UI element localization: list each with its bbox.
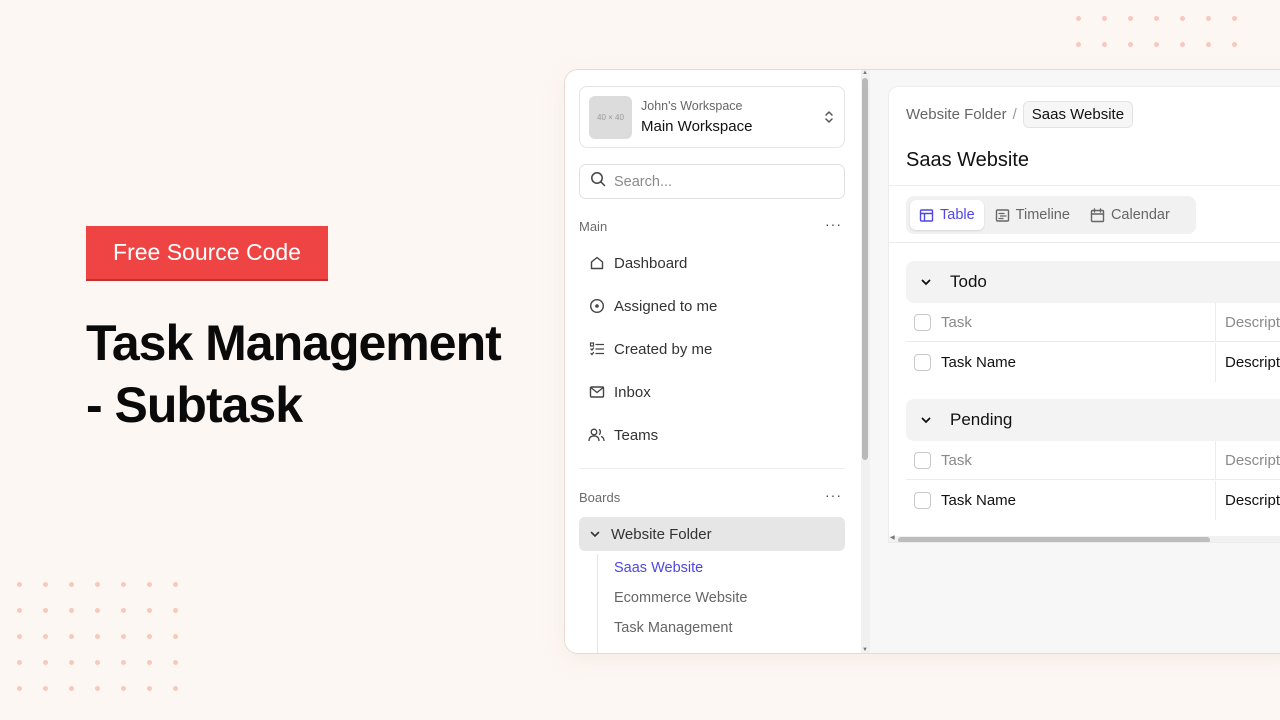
sidebar-item-label: Dashboard <box>614 254 688 272</box>
sidebar-item-inbox[interactable]: Inbox <box>579 374 845 410</box>
workspace-owner: John's Workspace <box>641 99 743 113</box>
decorative-dots-bottom <box>17 582 178 691</box>
breadcrumb: Website Folder / Saas Website <box>906 101 1134 128</box>
chevron-down-icon <box>589 528 601 540</box>
scroll-up-icon[interactable]: ▲ <box>862 70 868 76</box>
mail-icon <box>588 384 605 401</box>
free-source-code-badge: Free Source Code <box>86 226 328 279</box>
search-icon <box>590 171 606 192</box>
sidebar-scrollbar[interactable]: ▲ ▼ <box>861 70 870 653</box>
circle-dot-icon <box>588 298 605 315</box>
chevron-down-icon <box>920 276 932 288</box>
sidebar-item-label: Created by me <box>614 340 713 358</box>
column-header-description: Descript <box>1215 303 1280 341</box>
boards-section-label: Boards <box>579 490 621 505</box>
scrollbar-thumb[interactable] <box>862 78 868 460</box>
row-checkbox[interactable] <box>914 354 931 371</box>
board-item-ecommerce-website[interactable]: Ecommerce Website <box>614 590 748 606</box>
title-divider <box>889 185 1280 186</box>
tab-calendar[interactable]: Calendar <box>1081 200 1179 230</box>
group-header-todo[interactable]: Todo <box>906 261 1280 303</box>
breadcrumb-current[interactable]: Saas Website <box>1022 101 1134 128</box>
row-checkbox[interactable] <box>914 492 931 509</box>
group-name: Pending <box>950 410 1013 429</box>
sidebar-divider <box>579 468 845 469</box>
breadcrumb-folder[interactable]: Website Folder <box>906 106 1007 123</box>
sidebar-item-label: Teams <box>614 426 659 444</box>
table-row[interactable]: Task Name Descript <box>906 481 1280 520</box>
task-description[interactable]: Descript <box>1215 481 1280 520</box>
scrollbar-thumb[interactable] <box>898 537 1210 542</box>
group-name: Todo <box>950 272 987 291</box>
select-all-checkbox[interactable] <box>914 451 931 469</box>
table-header-row: Task Descript <box>906 303 1280 342</box>
app-window: 40 × 40 John's Workspace Main Workspace … <box>564 69 1280 654</box>
chevron-down-icon <box>920 414 932 426</box>
table-icon <box>919 208 934 223</box>
view-tabs: Table Timeline Calendar <box>906 196 1196 234</box>
breadcrumb-separator: / <box>1012 106 1017 123</box>
boards-more-icon[interactable]: ··· <box>825 487 842 503</box>
tree-line <box>597 554 598 653</box>
tab-timeline[interactable]: Timeline <box>986 200 1079 230</box>
tabs-divider <box>889 242 1280 243</box>
main-section-label: Main <box>579 219 608 234</box>
scroll-down-icon[interactable]: ▼ <box>862 647 868 653</box>
column-header-task: Task <box>941 451 972 469</box>
sidebar-item-label: Assigned to me <box>614 297 718 315</box>
chevron-up-down-icon[interactable] <box>814 109 844 125</box>
tab-table[interactable]: Table <box>910 200 984 230</box>
sidebar-item-created[interactable]: Created by me <box>579 331 845 367</box>
board-card: Website Folder / Saas Website Saas Websi… <box>888 86 1280 543</box>
table-row[interactable]: Task Name Descript <box>906 343 1280 382</box>
board-item-saas-website[interactable]: Saas Website <box>614 560 703 576</box>
search-box <box>579 164 845 199</box>
workspace-name: Main Workspace <box>641 118 753 135</box>
sidebar-folder-website[interactable]: Website Folder <box>579 517 845 551</box>
list-check-icon <box>588 341 605 358</box>
column-header-description: Descript <box>1215 441 1280 479</box>
search-input[interactable] <box>614 173 834 190</box>
workspace-switcher[interactable]: 40 × 40 John's Workspace Main Workspace <box>579 86 845 148</box>
table-header-row: Task Descript <box>906 441 1280 480</box>
users-icon <box>588 427 605 444</box>
sidebar-item-label: Inbox <box>614 383 651 401</box>
folder-label: Website Folder <box>611 525 712 543</box>
group-header-pending[interactable]: Pending <box>906 399 1280 441</box>
task-name[interactable]: Task Name <box>941 492 1215 509</box>
tab-label: Table <box>940 207 975 223</box>
scroll-left-icon[interactable]: ◀ <box>890 534 895 541</box>
horizontal-scrollbar[interactable]: ◀ <box>889 534 1280 542</box>
decorative-dots-top <box>1076 16 1237 47</box>
board-item-task-management[interactable]: Task Management <box>614 620 732 636</box>
hero-title: Task Management - Subtask <box>86 315 502 433</box>
main-panel: Website Folder / Saas Website Saas Websi… <box>870 70 1280 653</box>
calendar-icon <box>1090 207 1105 223</box>
sidebar-item-teams[interactable]: Teams <box>579 417 845 453</box>
main-more-icon[interactable]: ··· <box>825 216 842 232</box>
sidebar-item-dashboard[interactable]: Dashboard <box>579 245 845 281</box>
page-title: Saas Website <box>906 149 1030 171</box>
workspace-avatar: 40 × 40 <box>589 95 632 139</box>
home-icon <box>588 255 605 272</box>
column-header-task: Task <box>941 313 972 331</box>
tab-label: Timeline <box>1015 207 1070 223</box>
timeline-icon <box>995 208 1010 223</box>
select-all-checkbox[interactable] <box>914 313 931 331</box>
task-description[interactable]: Descript <box>1215 343 1280 382</box>
tab-label: Calendar <box>1110 207 1170 223</box>
sidebar: 40 × 40 John's Workspace Main Workspace … <box>565 70 861 653</box>
sidebar-item-assigned[interactable]: Assigned to me <box>579 288 845 324</box>
task-name[interactable]: Task Name <box>941 354 1215 371</box>
